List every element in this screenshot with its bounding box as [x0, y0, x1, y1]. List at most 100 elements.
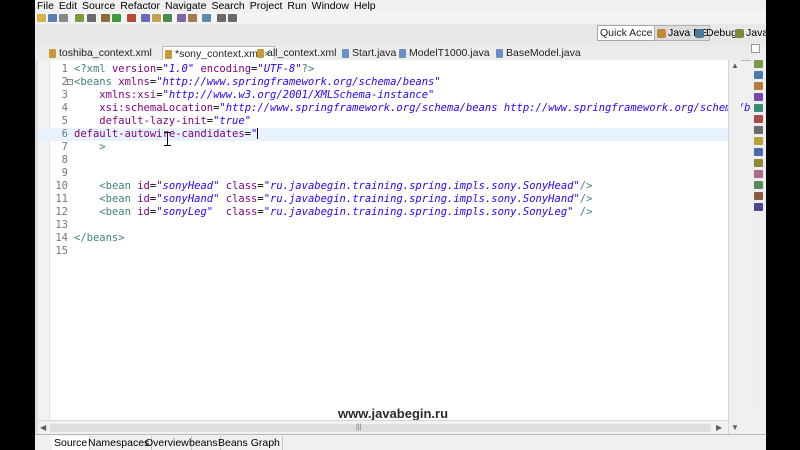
new-package-icon[interactable] — [152, 14, 161, 22]
forward-icon[interactable] — [228, 14, 237, 22]
view-shortcut-icon[interactable] — [754, 181, 763, 189]
open-type-icon[interactable] — [177, 14, 186, 22]
back-icon[interactable] — [217, 14, 226, 22]
code-text: default-lazy-init="true" — [74, 115, 251, 128]
code-token: xmlns — [118, 76, 150, 88]
new-class-icon[interactable] — [163, 14, 172, 22]
page-tab-beans-graph[interactable]: Beans Graph — [216, 436, 283, 450]
menu-file[interactable]: File — [37, 0, 54, 12]
perspective-debug[interactable]: Debug — [695, 25, 737, 41]
view-shortcut-icon[interactable] — [754, 192, 763, 200]
code-line[interactable]: 14 </beans> — [38, 232, 728, 245]
quick-access-input[interactable] — [597, 25, 655, 41]
code-line[interactable]: 11 <bean id="sonyHand" class="ru.javabeg… — [38, 193, 728, 206]
code-line[interactable]: 7 > — [38, 141, 728, 154]
code-line[interactable]: 15 — [38, 245, 728, 258]
new-icon[interactable] — [37, 14, 46, 22]
scroll-left-icon[interactable]: ◀ — [40, 423, 46, 432]
menu-refactor[interactable]: Refactor — [120, 0, 160, 12]
menu-project[interactable]: Project — [250, 0, 283, 12]
line-number: 3 — [61, 89, 68, 101]
perspective-java-icon — [735, 28, 744, 38]
editor-tab-start-java[interactable]: Start.java — [342, 46, 396, 60]
scrollbar-thumb[interactable]: ||| — [50, 424, 711, 432]
page-tab-overview[interactable]: Overview — [143, 436, 192, 450]
menu-source[interactable]: Source — [82, 0, 115, 12]
editor-tab-basemodel-java[interactable]: BaseModel.java — [496, 46, 581, 60]
view-shortcut-icon[interactable] — [754, 115, 763, 123]
code-token: <bean — [99, 206, 138, 218]
view-shortcut-icon[interactable] — [754, 104, 763, 112]
perspective-java[interactable]: Java — [735, 25, 766, 41]
view-shortcut-icon[interactable] — [754, 203, 763, 211]
view-shortcut-icon[interactable] — [754, 148, 763, 156]
view-shortcut-icon[interactable] — [754, 60, 763, 68]
scroll-right-icon[interactable]: ▶ — [716, 423, 722, 432]
view-shortcut-icon[interactable] — [754, 82, 763, 90]
java-file-icon — [496, 48, 503, 58]
search-icon[interactable] — [87, 14, 96, 22]
vertical-scrollbar[interactable]: ▲ ▼ — [728, 60, 741, 434]
view-shortcut-icon[interactable] — [754, 170, 763, 178]
save-icon[interactable] — [48, 14, 57, 22]
menu-help[interactable]: Help — [354, 0, 376, 12]
perspective-label: Debug — [706, 27, 737, 39]
xml-editor[interactable]: 1 <?xml version="1.0" encoding="UTF-8"?> 2… — [38, 60, 766, 421]
code-line[interactable]: 4 xsi:schemaLocation="http://www.springf… — [38, 102, 766, 115]
line-number: 14 — [55, 232, 68, 244]
menu-search[interactable]: Search — [211, 0, 244, 12]
menu-run[interactable]: Run — [287, 0, 306, 12]
menu-window[interactable]: Window — [312, 0, 349, 12]
editor-tab-toshiba-context-xml[interactable]: toshiba_context.xml — [49, 46, 152, 60]
view-shortcut-icon[interactable] — [754, 159, 763, 167]
code-line[interactable]: 3 xmlns:xsi="http://www.w3.org/2001/XMLS… — [38, 89, 728, 102]
code-token: "1.0" — [162, 63, 195, 75]
debug-icon[interactable] — [101, 14, 110, 22]
minimize-icon[interactable] — [751, 44, 760, 53]
view-shortcut-icon[interactable] — [754, 93, 763, 101]
code-line[interactable]: 5 default-lazy-init="true" — [38, 115, 728, 128]
editor-tab-modelt1000-java[interactable]: ModelT1000.java — [399, 46, 490, 60]
editor-tab-label: ModelT1000.java — [409, 47, 490, 59]
line-number: 12 — [55, 206, 68, 218]
code-line[interactable]: 12 <bean id="sonyLeg" class="ru.javabegi… — [38, 206, 728, 219]
print-icon[interactable] — [59, 14, 68, 22]
view-shortcut-icon[interactable] — [754, 71, 763, 79]
code-line[interactable]: 13 — [38, 219, 728, 232]
code-token: > — [99, 141, 106, 153]
code-line[interactable]: 9 — [38, 167, 728, 180]
menu-edit[interactable]: Edit — [59, 0, 77, 12]
code-line[interactable]: 8 — [38, 154, 728, 167]
perspective-label: Java — [746, 27, 766, 39]
menu-navigate[interactable]: Navigate — [165, 0, 206, 12]
horizontal-scrollbar[interactable]: ◀ ||| ▶ — [38, 420, 728, 435]
view-shortcut-icon[interactable] — [754, 137, 763, 145]
editor-tab-all-context-xml[interactable]: all_context.xml — [257, 46, 336, 60]
external-tools-icon[interactable] — [127, 14, 136, 22]
code-line[interactable]: 2− <beans xmlns="http://www.springframewo… — [38, 76, 728, 89]
code-token: <beans — [74, 76, 119, 88]
new-java-project-icon[interactable] — [141, 14, 150, 22]
scroll-up-icon[interactable]: ▲ — [731, 61, 739, 70]
java-file-icon — [399, 48, 406, 58]
run-icon[interactable] — [112, 14, 121, 22]
text-caret — [257, 128, 259, 139]
view-shortcut-icon[interactable] — [754, 126, 763, 134]
server-icon[interactable] — [75, 14, 84, 22]
line-number: 7 — [61, 141, 68, 153]
code-line[interactable]: 10 <bean id="sonyHead" class="ru.javabeg… — [38, 180, 728, 193]
code-line[interactable]: 6 default-autowire-candidates=" — [38, 128, 728, 141]
annotation-icon[interactable] — [188, 14, 197, 22]
code-token: encoding — [200, 63, 252, 75]
grip-icon: ||| — [356, 424, 362, 431]
code-token: "http://www.springframework.org/schema/b… — [156, 76, 441, 88]
edit-icon[interactable] — [202, 14, 211, 22]
page-tab-source[interactable]: Source — [52, 436, 91, 450]
code-token: "http://www.springframework.org/schema/b… — [219, 102, 766, 114]
fold-toggle-icon[interactable]: − — [67, 79, 73, 85]
code-line[interactable]: 1 <?xml version="1.0" encoding="UTF-8"?> — [38, 63, 728, 76]
scroll-down-icon[interactable]: ▼ — [731, 423, 739, 432]
editor-tab-label: BaseModel.java — [506, 47, 581, 59]
